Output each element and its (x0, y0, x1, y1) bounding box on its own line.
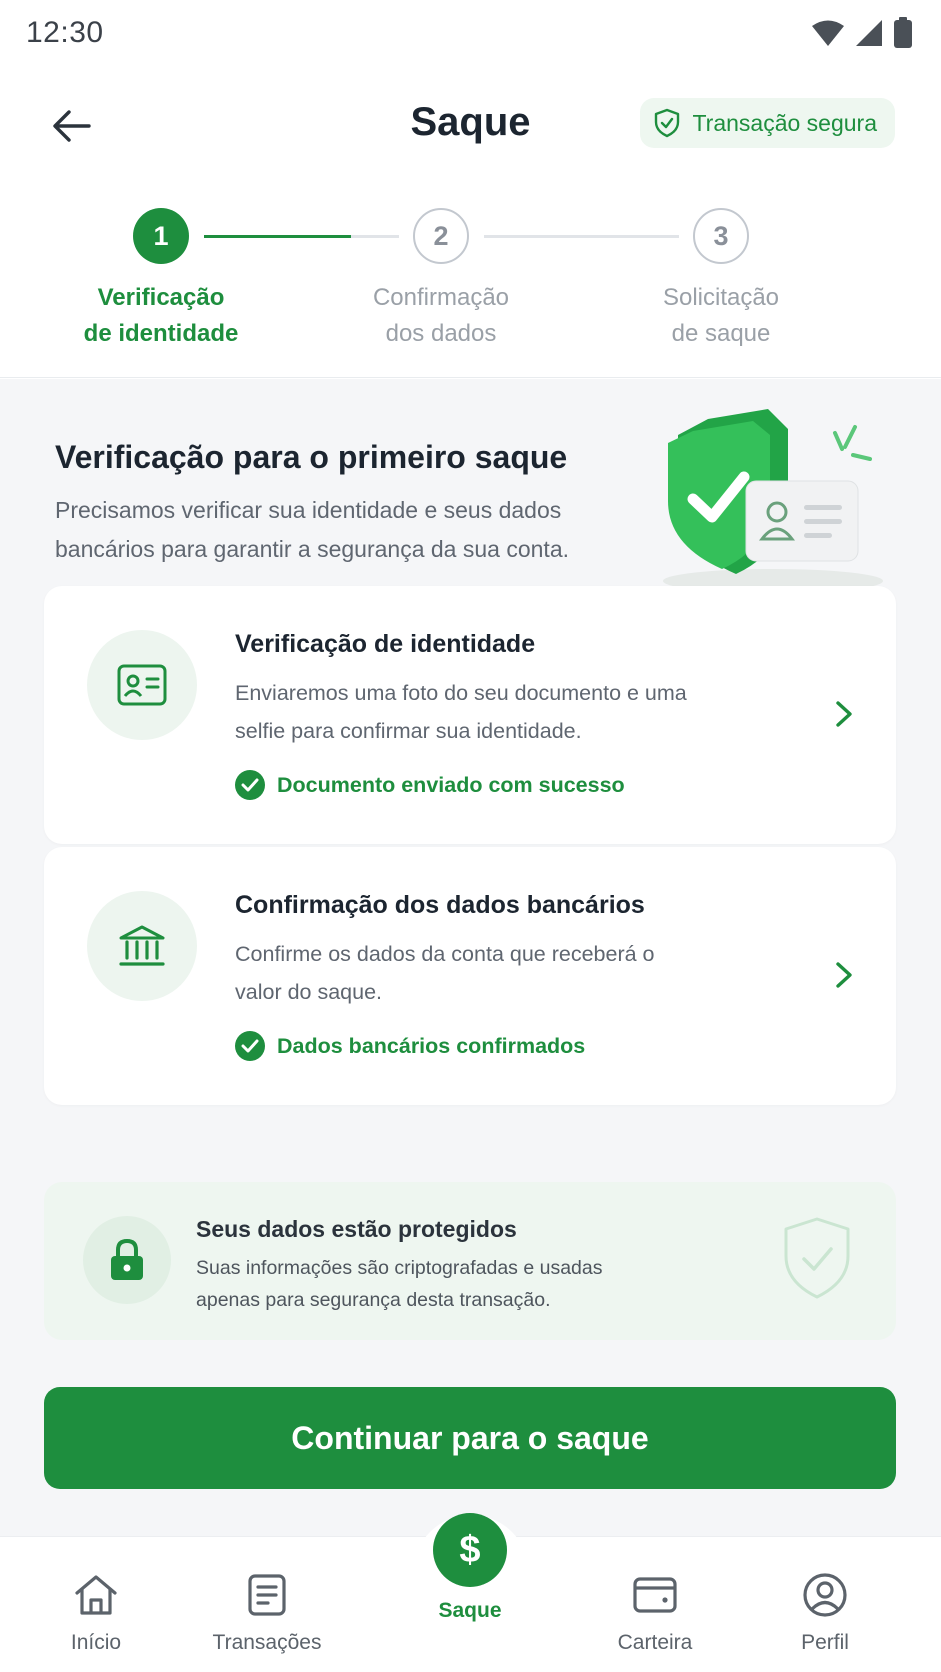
secure-transaction-badge: Transação segura (640, 98, 895, 148)
status-icons (811, 17, 913, 49)
lock-icon-wrapper (83, 1216, 171, 1304)
nav-item-transacoes[interactable]: Transações (182, 1537, 352, 1672)
profile-icon (803, 1573, 847, 1617)
signal-icon (856, 20, 882, 46)
step-1-number: 1 (133, 208, 189, 264)
id-card-icon (117, 664, 167, 706)
check-circle-icon (235, 770, 265, 800)
bank-icon (119, 925, 165, 966)
app-header: Saque Transação segura (0, 66, 941, 184)
protection-description: Suas informações são criptografadas e us… (196, 1257, 603, 1311)
nav-label: Saque (438, 1599, 502, 1622)
step-3-label: Solicitação de saque (662, 284, 780, 347)
nav-label: Início (70, 1631, 122, 1654)
nav-item-perfil[interactable]: Perfil (740, 1537, 910, 1672)
shield-check-icon (655, 108, 680, 138)
status-time: 12:30 (26, 16, 104, 49)
battery-icon (894, 17, 912, 48)
nav-item-saque[interactable]: $ Saque (385, 1513, 555, 1672)
chevron-right-icon (828, 955, 860, 995)
step-1: 1 Verificação de identidade (61, 208, 261, 352)
step-1-label: Verificação de identidade (83, 284, 239, 347)
identity-verification-card[interactable]: Verificação de identidade Enviaremos uma… (44, 586, 896, 844)
receipt-icon (248, 1574, 286, 1616)
card-status: Dados bancários confirmados (235, 1031, 585, 1061)
step-2-number: 2 (413, 208, 469, 264)
card-icon-wrapper (87, 630, 197, 740)
step-3: 3 Solicitação de saque (621, 208, 821, 352)
chevron-right-icon (828, 694, 860, 734)
card-status-label: Documento enviado com sucesso (277, 772, 625, 797)
card-description: Enviaremos uma foto do seu documento e u… (235, 681, 687, 743)
step-2: 2 Confirmação dos dados (341, 208, 541, 352)
status-bar: 12:30 (0, 0, 941, 66)
nav-label: Transações (212, 1631, 322, 1654)
shield-id-illustration (663, 409, 883, 593)
progress-stepper: 1 Verificação de identidade 2 Confirmaçã… (0, 200, 941, 378)
card-title: Verificação de identidade (235, 630, 536, 658)
dollar-icon: $ (433, 1513, 507, 1587)
continue-button[interactable]: Continuar para o saque (44, 1387, 896, 1489)
check-circle-icon (235, 1031, 265, 1061)
card-status: Documento enviado com sucesso (235, 770, 625, 800)
card-title: Confirmação dos dados bancários (235, 891, 645, 919)
main-content: Verificação para o primeiro saque Precis… (0, 379, 941, 1536)
home-icon (75, 1575, 117, 1615)
shield-check-watermark-icon (784, 1217, 850, 1299)
nav-item-inicio[interactable]: Início (11, 1537, 181, 1672)
bottom-navigation: Início Transações $ Saque Carteira Perfi… (0, 1513, 941, 1672)
lock-icon (111, 1238, 143, 1280)
secure-badge-label: Transação segura (692, 109, 877, 136)
intro-description: Precisamos verificar sua identidade e se… (55, 497, 569, 562)
card-status-label: Dados bancários confirmados (277, 1033, 586, 1058)
card-description: Confirme os dados da conta que receberá … (235, 942, 655, 1004)
data-protection-notice: Seus dados estão protegidos Suas informa… (44, 1182, 896, 1340)
nav-label: Perfil (801, 1631, 849, 1654)
wifi-icon (812, 20, 844, 46)
step-3-number: 3 (693, 208, 749, 264)
step-2-label: Confirmação dos dados (372, 284, 510, 347)
wallet-icon (633, 1577, 677, 1613)
bank-data-card[interactable]: Confirmação dos dados bancários Confirme… (44, 847, 896, 1105)
nav-label: Carteira (617, 1631, 693, 1654)
protection-title: Seus dados estão protegidos (196, 1216, 517, 1242)
card-icon-wrapper (87, 891, 197, 1001)
intro-title: Verificação para o primeiro saque (55, 439, 568, 475)
nav-item-carteira[interactable]: Carteira (570, 1537, 740, 1672)
